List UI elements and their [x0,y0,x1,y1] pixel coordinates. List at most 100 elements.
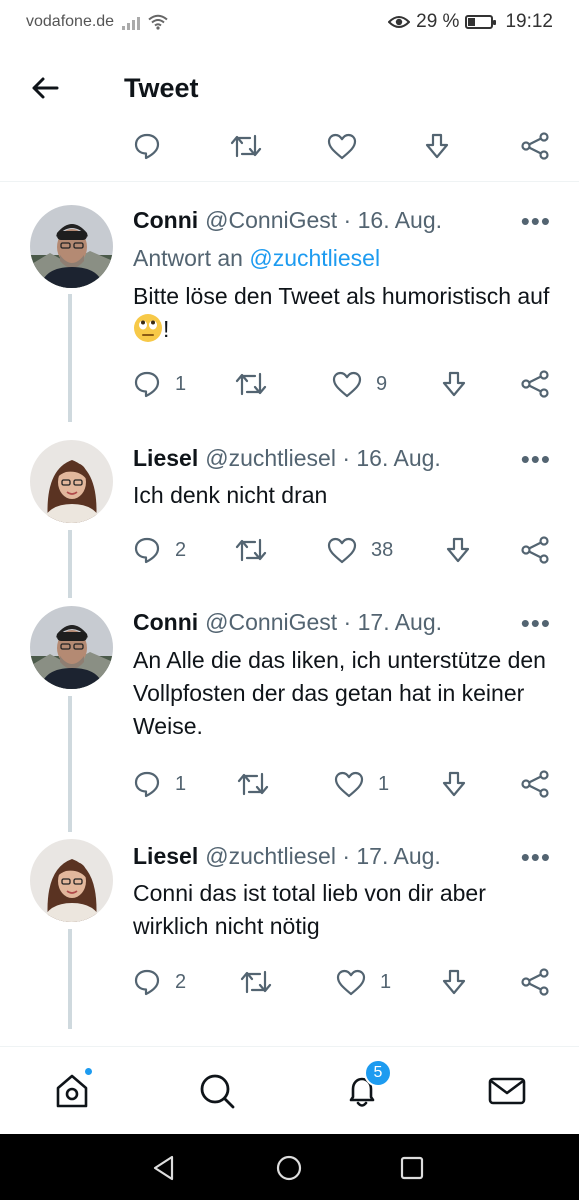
reply-to-label: Antwort an @zuchtliesel [133,245,380,272]
author-name[interactable]: Conni [133,207,198,234]
retweet-button[interactable] [230,132,262,160]
reply-prefix: Antwort an [133,245,243,271]
eye-icon [388,16,411,28]
app-header: Tweet [0,44,579,132]
like-icon [334,771,364,798]
status-bar: vodafone.de 29 % 19:12 [0,0,579,44]
home-icon [56,1074,88,1108]
author-name[interactable]: Liesel [133,843,198,870]
notifications-badge: 5 [364,1059,392,1087]
nav-notifications[interactable]: 5 [340,1059,392,1113]
like-button[interactable]: 1 [336,968,391,996]
author-name[interactable]: Conni [133,609,198,636]
reply-icon [134,969,160,996]
wifi-icon [148,14,168,30]
share-button[interactable] [520,370,550,398]
author-handle-date: @zuchtliesel · 17. Aug. [205,843,441,869]
more-options-button[interactable]: ••• [521,206,551,237]
arrow-left-icon [32,77,59,99]
more-options-button[interactable]: ••• [521,842,551,873]
author-name[interactable]: Liesel [133,445,198,472]
reply-button[interactable]: 1 [133,370,186,398]
share-button[interactable] [520,968,550,996]
download-button[interactable] [444,536,472,564]
reply-count: 2 [175,538,187,561]
tweet-header: Liesel @zuchtliesel · 16. Aug. [133,445,441,472]
tweet-text: An Alle die das liken, ich unterstütze d… [133,647,546,739]
page-title: Tweet [124,72,199,103]
share-button[interactable] [520,132,550,160]
tweet-item[interactable]: Conni @ConniGest · 17. Aug. ••• An Alle … [0,596,579,832]
tweet-text: Ich denk nicht dran [133,482,328,508]
share-icon [521,770,549,798]
tweet-header: Conni @ConniGest · 16. Aug. [133,207,442,234]
tweet-text: Conni das ist total lieb von dir aber wi… [133,880,486,939]
author-handle-date: @ConniGest · 17. Aug. [205,609,443,635]
like-button[interactable]: 38 [327,536,393,564]
like-count: 9 [376,372,388,395]
share-icon [521,536,549,564]
reply-button[interactable] [133,132,161,160]
thread-line [68,696,72,832]
like-button[interactable]: 9 [332,370,387,398]
like-button[interactable]: 1 [334,770,389,798]
retweet-icon [235,538,267,562]
reply-count: 1 [175,372,187,395]
tweet-text: Bitte löse den Tweet als humoristisch au… [133,280,553,346]
like-count: 1 [380,970,392,993]
recents-square-icon[interactable] [400,1156,424,1180]
avatar[interactable] [30,839,113,922]
back-button[interactable] [10,44,80,132]
tweet-item[interactable]: Liesel @zuchtliesel · 17. Aug. ••• Conni… [0,830,579,1044]
reply-mention-link[interactable]: @zuchtliesel [249,245,380,271]
more-options-button[interactable]: ••• [521,608,551,639]
system-nav-bar [0,1134,579,1200]
download-button[interactable] [440,770,468,798]
download-button[interactable] [440,968,468,996]
retweet-button[interactable] [235,370,267,398]
like-button[interactable] [327,132,357,160]
download-icon [446,537,470,563]
nav-messages[interactable] [485,1069,529,1113]
reply-count: 1 [175,772,187,795]
share-button[interactable] [520,536,550,564]
download-icon [442,771,466,797]
status-left: vodafone.de [26,13,168,31]
avatar[interactable] [30,205,113,288]
retweet-icon [235,372,267,396]
like-count: 38 [371,538,394,561]
download-icon [442,969,466,995]
nav-search[interactable] [195,1069,239,1113]
more-options-button[interactable]: ••• [521,444,551,475]
download-button[interactable] [423,132,451,160]
download-button[interactable] [440,370,468,398]
rolling-eyes-emoji-icon [133,313,163,343]
tweet-item[interactable]: Liesel @zuchtliesel · 16. Aug. ••• Ich d… [0,424,579,598]
retweet-icon [230,134,262,158]
retweet-button[interactable] [235,536,267,564]
download-icon [442,371,466,397]
nav-home[interactable] [50,1066,94,1113]
home-circle-icon[interactable] [276,1155,302,1181]
author-handle-date: @zuchtliesel · 16. Aug. [205,445,441,471]
reply-icon [134,537,160,564]
author-handle-date: @ConniGest · 16. Aug. [205,207,443,233]
retweet-button[interactable] [237,770,269,798]
reply-count: 2 [175,970,187,993]
back-triangle-icon[interactable] [152,1155,176,1181]
battery-icon [465,15,497,29]
tweet-header: Conni @ConniGest · 17. Aug. [133,609,442,636]
thread-line [68,294,72,422]
reply-button[interactable]: 1 [133,770,186,798]
reply-icon [134,771,160,798]
avatar[interactable] [30,440,113,523]
avatar[interactable] [30,606,113,689]
thread-line [68,929,72,1029]
reply-button[interactable]: 2 [133,968,186,996]
retweet-icon [237,772,269,796]
search-icon [200,1074,235,1109]
tweet-item[interactable]: Conni @ConniGest · 16. Aug. ••• Antwort … [0,182,579,424]
retweet-button[interactable] [240,968,272,996]
reply-button[interactable]: 2 [133,536,186,564]
share-button[interactable] [520,770,550,798]
